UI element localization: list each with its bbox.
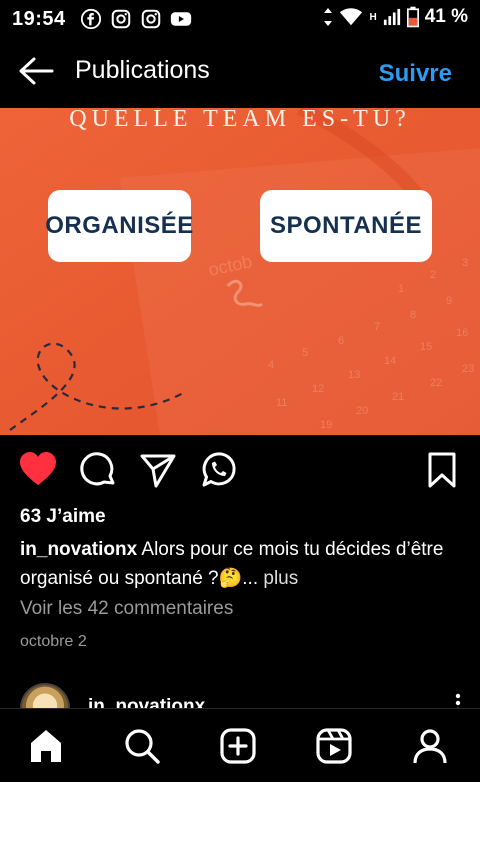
page-title: Publications: [75, 56, 210, 84]
signal-icon: [383, 8, 400, 26]
post-headline: QUELLE TEAM ES-TU?: [69, 108, 411, 132]
svg-text:8: 8: [410, 309, 416, 321]
option-organisee: ORGANISÉE: [45, 190, 193, 262]
instagram-icon: [111, 9, 130, 29]
svg-text:20: 20: [356, 405, 368, 417]
status-right: H 41 %: [323, 6, 468, 28]
svg-text:1: 1: [398, 283, 404, 295]
svg-text:23: 23: [462, 363, 474, 375]
like-heart-icon[interactable]: [18, 450, 58, 490]
instagram-post-screen: 19:54 H 41 % Publications Suivre 4 5 6 7…: [0, 0, 480, 782]
svg-text:9: 9: [446, 295, 452, 307]
whatsapp-icon[interactable]: [198, 450, 238, 490]
view-comments-link[interactable]: Voir les 42 commentaires: [20, 598, 233, 620]
bottom-navigation: [0, 708, 480, 782]
facebook-icon: [80, 8, 101, 30]
svg-text:7: 7: [374, 321, 380, 333]
status-bar: 19:54 H 41 %: [0, 0, 480, 38]
caption-more-link[interactable]: plus: [263, 568, 298, 589]
option-spontanee: SPONTANÉE: [260, 190, 432, 262]
svg-text:14: 14: [384, 355, 396, 367]
reels-icon[interactable]: [315, 727, 353, 765]
next-post-header: in_novationx: [0, 680, 480, 710]
calendar-background: 456789 111213141516 1920212223 231 octob: [0, 108, 480, 435]
avatar[interactable]: [20, 683, 70, 710]
create-icon[interactable]: [219, 727, 257, 765]
svg-text:21: 21: [392, 391, 404, 403]
post-image[interactable]: 456789 11 12 13 14 15 16 19 20 21 22 23 231 octob…: [0, 108, 480, 435]
back-arrow-icon[interactable]: [18, 56, 54, 86]
home-icon[interactable]: [27, 727, 65, 765]
svg-text:19: 19: [320, 419, 332, 431]
svg-text:12: 12: [312, 383, 324, 395]
svg-text:22: 22: [430, 377, 442, 389]
youtube-icon: [170, 12, 191, 26]
comment-icon[interactable]: [78, 450, 118, 490]
battery-icon: [406, 6, 419, 28]
svg-text:5: 5: [302, 347, 308, 359]
post-actions: [0, 446, 480, 496]
svg-text:4: 4: [268, 359, 274, 371]
share-send-icon[interactable]: [138, 450, 178, 490]
svg-text:2: 2: [430, 269, 436, 281]
top-bar: Publications Suivre: [0, 38, 480, 108]
profile-icon[interactable]: [411, 727, 449, 765]
caption-author[interactable]: in_novationx: [20, 539, 137, 560]
post-date: octobre 2: [20, 633, 87, 650]
status-time: 19:54: [12, 7, 66, 30]
follow-button[interactable]: Suivre: [379, 60, 452, 88]
search-icon[interactable]: [123, 727, 161, 765]
svg-text:6: 6: [338, 335, 344, 347]
battery-level: 41 %: [424, 6, 468, 27]
data-arrows-icon: [324, 8, 333, 26]
wifi-icon: [340, 8, 363, 26]
post-caption: in_novationx Alors pour ce mois tu décid…: [20, 535, 460, 593]
svg-text:3: 3: [462, 257, 468, 269]
instagram-icon: [141, 9, 160, 29]
likes-count[interactable]: 63 J’aime: [20, 506, 106, 528]
notification-icons: [80, 8, 192, 30]
svg-text:13: 13: [348, 369, 360, 381]
svg-text:11: 11: [276, 397, 287, 409]
save-bookmark-icon[interactable]: [422, 450, 462, 490]
svg-text:16: 16: [456, 327, 468, 339]
network-type: H: [369, 11, 377, 23]
svg-text:15: 15: [420, 341, 432, 353]
